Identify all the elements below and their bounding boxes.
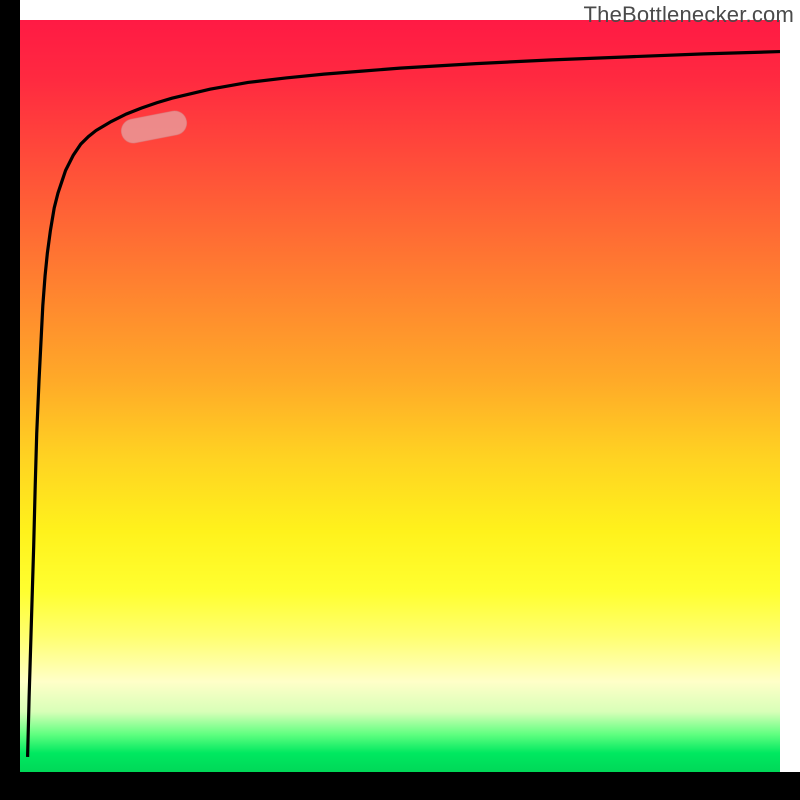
curve-layer (20, 20, 780, 772)
y-axis (0, 0, 20, 800)
chart-frame: TheBottlenecker.com (0, 0, 800, 800)
x-axis (0, 772, 800, 800)
plot-area (20, 20, 780, 772)
bottleneck-curve (28, 52, 780, 757)
watermark-text: TheBottlenecker.com (584, 2, 794, 28)
